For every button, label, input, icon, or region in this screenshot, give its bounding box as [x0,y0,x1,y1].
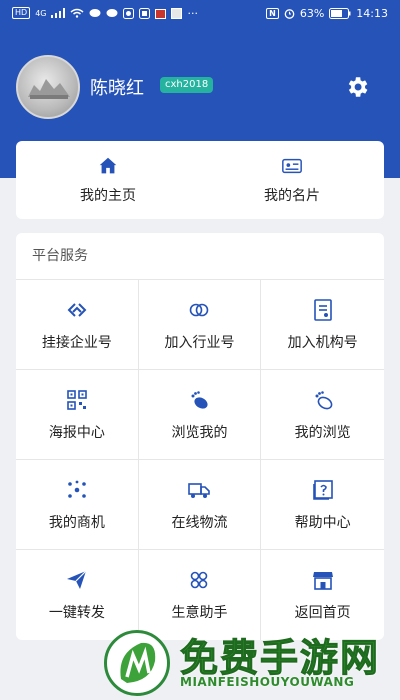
network-icon [68,480,86,498]
footprint-icon [191,390,209,409]
my-business-card-label: 我的名片 [264,188,320,204]
alarm-icon [284,8,295,19]
watermark-title: 免费手游网 [179,636,381,681]
platform-services-card: 平台服务 挂接企业号 加入行业号 加入机构号 海报中心 浏览我的 我的浏览 我的… [16,233,384,640]
battery-percent: 63% [299,6,325,20]
watermark-subtitle: MIANFEISHOUYOUWANG [180,675,355,689]
help-icon [312,479,333,500]
service-label: 生意助手 [171,605,228,621]
poster-center-button[interactable]: 海报中心 [16,370,139,460]
services-grid: 挂接企业号 加入行业号 加入机构号 海报中心 浏览我的 我的浏览 我的商机 在线… [16,280,384,640]
my-opportunities-button[interactable]: 我的商机 [16,460,139,550]
services-title: 平台服务 [16,233,384,280]
avatar-scene-image [28,79,70,99]
link-icon [67,302,87,317]
profile-name: 陈晓红 [90,78,144,99]
nfc-icon: N [266,7,279,19]
calendar-icon [155,8,167,19]
my-browsing-button[interactable]: 我的浏览 [261,370,384,460]
clock-time: 14:13 [356,6,388,20]
online-logistics-button[interactable]: 在线物流 [138,460,262,550]
leaf-logo-icon [120,642,156,683]
news-icon [171,7,183,19]
message-icon [106,9,118,17]
service-label: 挂接企业号 [41,334,112,351]
hd-indicator: HD [12,7,31,19]
service-label: 浏览我的 [171,424,228,441]
rings-icon [190,303,209,316]
status-bar: HD 4G ··· N 63% 14:13 [0,0,400,26]
app-notification-icon-2 [139,7,151,19]
service-label: 返回首页 [294,605,351,621]
paper-plane-icon [66,570,87,589]
truck-icon [188,482,211,498]
wifi-icon [71,8,84,18]
gear-icon [348,77,368,97]
store-icon [312,572,333,590]
qr-icon [67,389,87,410]
app-notification-icon [123,7,135,19]
avatar[interactable] [16,55,80,119]
status-right: N 63% 14:13 [266,7,388,20]
help-center-button[interactable]: 帮助中心 [261,460,384,550]
clover-icon [191,571,208,589]
my-business-card-button[interactable]: 我的名片 [200,141,384,219]
home-icon [99,157,117,174]
service-label: 帮助中心 [294,514,351,531]
more-notifications: ··· [187,6,198,20]
service-label: 我的商机 [48,514,105,531]
chat-icon [89,9,101,17]
service-label: 一键转发 [48,605,105,621]
who-viewed-me-button[interactable]: 浏览我的 [138,370,262,460]
quick-links-card: 我的主页 我的名片 [16,141,384,219]
settings-button[interactable] [344,74,370,100]
battery-icon [329,7,351,19]
join-organization-button[interactable]: 加入机构号 [261,280,384,370]
signal-label: 4G [35,8,47,18]
service-label: 海报中心 [48,424,105,441]
service-label: 加入机构号 [287,334,358,351]
document-icon [313,298,332,321]
link-enterprise-button[interactable]: 挂接企业号 [16,280,139,370]
card-icon [282,158,302,174]
join-industry-button[interactable]: 加入行业号 [138,280,262,370]
service-label: 加入行业号 [164,334,235,351]
username-badge: cxh2018 [160,77,214,93]
footprint-outline-icon [315,390,333,409]
my-homepage-label: 我的主页 [80,188,136,204]
service-label: 我的浏览 [294,424,351,441]
service-label: 在线物流 [171,514,228,531]
signal-icon [51,8,66,18]
status-left: HD 4G ··· [12,7,198,20]
my-homepage-button[interactable]: 我的主页 [16,141,200,219]
watermark-logo [104,630,170,696]
